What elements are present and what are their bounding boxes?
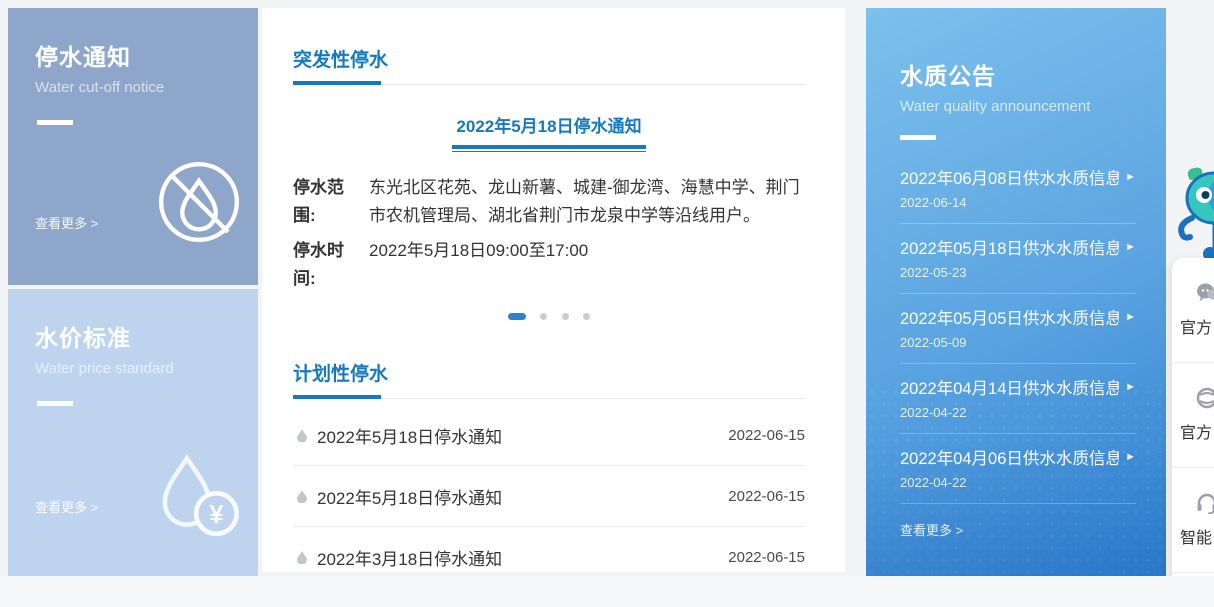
planned-cutoff-section-title: 计划性停水	[293, 359, 805, 386]
sudden-notice-link[interactable]: 2022年5月18日停水通知	[452, 112, 645, 152]
carousel-dot[interactable]	[562, 313, 569, 320]
title-dash	[900, 135, 936, 140]
floating-service-widget: 官方 官方 智能 无	[1172, 258, 1214, 607]
carousel-dot[interactable]	[583, 313, 590, 320]
panel-water-price-standard: 水价标准 Water price standard 查看更多 > ¥	[8, 289, 258, 576]
section-rule-accent	[293, 81, 381, 85]
water-drop-mascot	[1172, 162, 1214, 266]
carousel-dot-active[interactable]	[508, 313, 526, 320]
globe-icon	[1196, 387, 1214, 414]
widget-item-label: 官方	[1180, 419, 1212, 443]
field-value: 东光北区花苑、龙山新薯、城建-御龙湾、海慧中学、荆门市农机管理局、湖北省荆门市龙…	[369, 174, 805, 229]
water-utility-homepage-section: 停水通知 Water cut-off notice 查看更多 > 水价标准 Wa…	[0, 0, 1214, 607]
arrow-right-icon: ►	[1125, 381, 1136, 393]
announcement-date: 2022-05-09	[900, 335, 1136, 350]
panel-subtitle-en: Water quality announcement	[900, 98, 1136, 115]
planned-cutoff-list: 2022年5月18日停水通知 2022-06-15 2022年5月18日停水通知…	[293, 405, 805, 587]
chat-bubble-icon	[1196, 282, 1214, 309]
main-content-card: 突发性停水 2022年5月18日停水通知 停水范围: 东光北区花苑、龙山新薯、城…	[262, 8, 845, 572]
announcement-date: 2022-06-14	[900, 195, 1136, 210]
field-row-scope: 停水范围: 东光北区花苑、龙山新薯、城建-御龙湾、海慧中学、荆门市农机管理局、湖…	[293, 174, 805, 229]
notice-date: 2022-06-15	[728, 488, 805, 505]
widget-item-official-2[interactable]: 官方	[1172, 363, 1214, 468]
page-background-strip	[0, 576, 1214, 607]
announcement-date: 2022-04-22	[900, 405, 1136, 420]
view-more-link[interactable]: 查看更多 >	[35, 213, 98, 232]
widget-item-label: 智能	[1180, 524, 1212, 548]
notice-title: 2022年5月18日停水通知	[317, 484, 728, 509]
list-item[interactable]: 2022年5月18日停水通知 2022-06-15	[293, 466, 805, 527]
arrow-right-icon: ►	[1125, 241, 1136, 253]
announcement-title: 2022年05月18日供水水质信息	[900, 235, 1119, 259]
arrow-right-icon: ►	[1125, 171, 1136, 183]
section-rule	[293, 84, 805, 85]
title-dash	[37, 120, 73, 125]
notice-date: 2022-06-15	[728, 549, 805, 566]
panel-title: 停水通知	[35, 38, 258, 72]
panel-title: 水价标准	[35, 319, 258, 353]
announcement-title: 2022年04月14日供水水质信息	[900, 375, 1119, 399]
announcement-title: 2022年04月06日供水水质信息	[900, 445, 1119, 469]
panel-title: 水质公告	[900, 57, 1136, 91]
announcement-date: 2022-04-22	[900, 475, 1136, 490]
title-dash	[37, 401, 73, 406]
panel-water-cutoff-notice: 停水通知 Water cut-off notice 查看更多 >	[8, 8, 258, 285]
carousel-dots	[293, 308, 805, 326]
headset-icon	[1196, 492, 1214, 519]
field-label: 停水范围:	[293, 174, 355, 229]
list-item[interactable]: 2022年06月08日供水水质信息 ► 2022-06-14	[900, 154, 1136, 224]
list-item[interactable]: 2022年5月18日停水通知 2022-06-15	[293, 405, 805, 466]
list-item[interactable]: 2022年04月06日供水水质信息 ► 2022-04-22	[900, 434, 1136, 504]
carousel-dot[interactable]	[540, 313, 547, 320]
notice-underline-thin	[452, 151, 645, 152]
drop-bullet-icon	[295, 490, 309, 503]
list-item[interactable]: 2022年05月05日供水水质信息 ► 2022-05-09	[900, 294, 1136, 364]
field-label: 停水时间:	[293, 237, 355, 292]
water-quality-list: 2022年06月08日供水水质信息 ► 2022-06-14 2022年05月1…	[900, 154, 1136, 504]
panel-subtitle-en: Water price standard	[35, 360, 258, 377]
water-price-yuan-icon: ¥	[150, 451, 246, 548]
arrow-right-icon: ►	[1125, 311, 1136, 323]
arrow-right-icon: ►	[1125, 451, 1136, 463]
list-item[interactable]: 2022年04月14日供水水质信息 ► 2022-04-22	[900, 364, 1136, 434]
announcement-title: 2022年05月05日供水水质信息	[900, 305, 1119, 329]
section-rule-accent	[293, 395, 381, 399]
announcement-title: 2022年06月08日供水水质信息	[900, 165, 1119, 189]
widget-item-smart-service[interactable]: 智能	[1172, 468, 1214, 573]
notice-title: 2022年5月18日停水通知	[317, 423, 728, 448]
notice-date: 2022-06-15	[728, 427, 805, 444]
svg-text:¥: ¥	[209, 501, 224, 529]
field-row-time: 停水时间: 2022年5月18日09:00至17:00	[293, 237, 805, 292]
list-item[interactable]: 2022年05月18日供水水质信息 ► 2022-05-23	[900, 224, 1136, 294]
no-water-drop-icon	[155, 158, 243, 251]
view-more-link[interactable]: 查看更多 >	[900, 520, 963, 539]
drop-bullet-icon	[295, 429, 309, 442]
widget-item-label: 官方	[1180, 314, 1212, 338]
widget-item-official-1[interactable]: 官方	[1172, 258, 1214, 363]
sudden-cutoff-section-title: 突发性停水	[293, 45, 805, 72]
section-rule	[293, 398, 805, 399]
announcement-date: 2022-05-23	[900, 265, 1136, 280]
field-value: 2022年5月18日09:00至17:00	[369, 237, 805, 292]
notice-underline-thick	[452, 145, 645, 149]
notice-fields: 停水范围: 东光北区花苑、龙山新薯、城建-御龙湾、海慧中学、荆门市农机管理局、湖…	[293, 174, 805, 292]
panel-subtitle-en: Water cut-off notice	[35, 79, 258, 96]
panel-water-quality-announcement: 水质公告 Water quality announcement 2022年06月…	[866, 8, 1166, 576]
view-more-link[interactable]: 查看更多 >	[35, 497, 98, 516]
drop-bullet-icon	[295, 551, 309, 564]
notice-title: 2022年3月18日停水通知	[317, 545, 728, 570]
sudden-notice-title: 2022年5月18日停水通知	[452, 112, 645, 137]
